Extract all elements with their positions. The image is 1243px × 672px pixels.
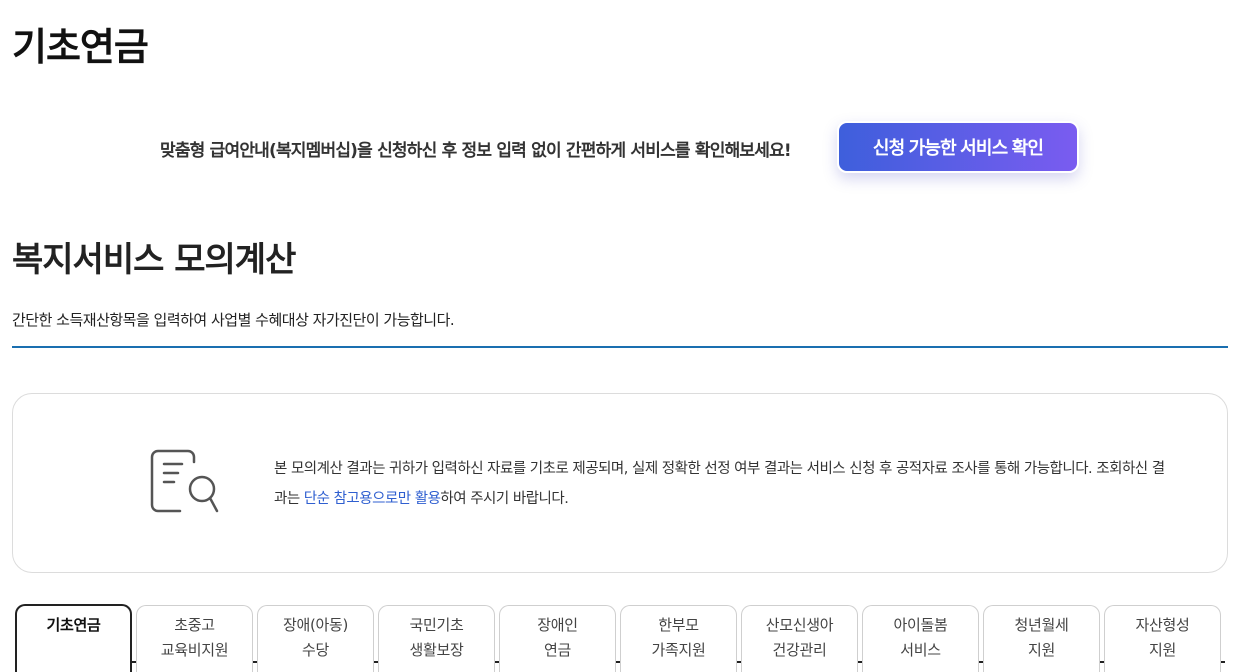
tab-maternal-newborn-care[interactable]: 산모신생아 건강관리: [741, 605, 858, 672]
tab-education-support[interactable]: 초중고 교육비지원: [136, 605, 253, 672]
notice-highlight: 단순 참고용으로만 활용: [303, 491, 441, 507]
tab-label: 초중고: [174, 616, 215, 634]
tab-label-second: 지원: [1027, 641, 1055, 659]
tab-basic-pension[interactable]: 기초연금: [15, 604, 132, 672]
notice-text-end: 하여 주시기 바랍니다.: [440, 491, 569, 507]
tab-disabled-child-allowance[interactable]: 장애(아동) 수당: [257, 605, 374, 672]
section-title: 복지서비스 모의계산: [12, 240, 296, 280]
page-title: 기초연금: [12, 25, 149, 69]
tab-label: 산모신생아: [765, 616, 834, 634]
tab-single-parent-support[interactable]: 한부모 가족지원: [620, 605, 737, 672]
tab-label-second: 교육비지원: [160, 641, 229, 659]
tab-label: 아이돌봄: [893, 616, 948, 634]
document-search-icon: [150, 449, 219, 513]
tab-label-second: 가족지원: [651, 641, 706, 659]
promo-banner: 맞춤형 급여안내(복지멤버십)을 신청하신 후 정보 입력 없이 간편하게 서비…: [0, 120, 1243, 176]
tab-label: 장애(아동): [282, 616, 349, 634]
notice-box: 본 모의계산 결과는 귀하가 입력하신 자료를 기초로 제공되며, 실제 정확한…: [12, 393, 1228, 573]
tab-label: 장애인: [537, 616, 578, 634]
section-description: 간단한 소득재산항목을 입력하여 사업별 수혜대상 자가진단이 가능합니다.: [12, 311, 455, 329]
tab-label: 자산형성: [1135, 616, 1190, 634]
tab-label-second: 연금: [543, 641, 571, 659]
tab-label-second: 서비스: [900, 641, 941, 659]
promo-text: 맞춤형 급여안내(복지멤버십)을 신청하신 후 정보 입력 없이 간편하게 서비…: [160, 141, 792, 161]
service-tabs: 기초연금 초중고 교육비지원 장애(아동) 수당 국민기초 생활보장 장애인 연…: [15, 604, 1225, 672]
tab-label: 기초연금: [46, 616, 101, 634]
tab-disability-pension[interactable]: 장애인 연금: [499, 605, 616, 672]
notice-text: 본 모의계산 결과는 귀하가 입력하신 자료를 기초로 제공되며, 실제 정확한…: [274, 454, 1174, 514]
tab-label-second: 지원: [1148, 641, 1176, 659]
tab-label: 청년월세: [1014, 616, 1069, 634]
tab-label-second: 생활보장: [409, 641, 464, 659]
tab-youth-rent-support[interactable]: 청년월세 지원: [983, 605, 1100, 672]
tab-child-care-service[interactable]: 아이돌봄 서비스: [862, 605, 979, 672]
tab-label-second: 수당: [301, 641, 329, 659]
tab-label: 한부모: [658, 616, 699, 634]
tab-asset-building-support[interactable]: 자산형성 지원: [1104, 605, 1221, 672]
tab-basic-livelihood[interactable]: 국민기초 생활보장: [378, 605, 495, 672]
tab-label-second: 건강관리: [772, 641, 827, 659]
check-available-services-button[interactable]: 신청 가능한 서비스 확인: [837, 121, 1079, 173]
section-divider: [12, 346, 1228, 348]
tab-label: 국민기초: [409, 616, 464, 634]
